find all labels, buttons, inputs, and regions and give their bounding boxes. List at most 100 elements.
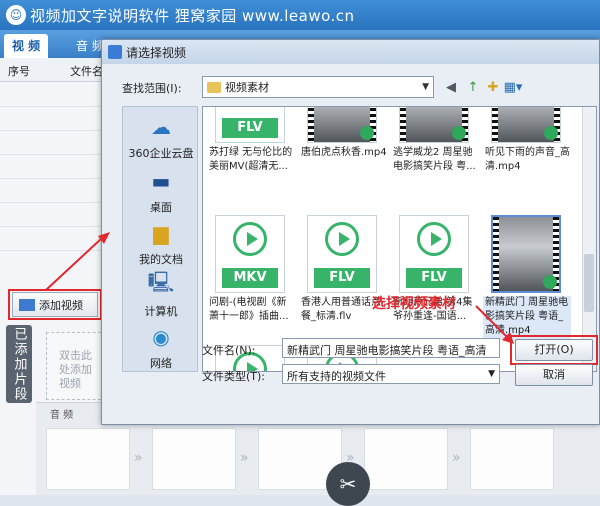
row-divider <box>0 130 110 131</box>
scrollbar-thumb[interactable] <box>584 254 594 312</box>
lookin-value: 视频素材 <box>225 81 269 94</box>
place-network[interactable]: ◉ 网络 <box>123 323 199 371</box>
lookin-label: 查找范围(I): <box>122 82 182 95</box>
chevron-down-icon: ▼ <box>422 82 429 92</box>
place-cloud-label: 360企业云盘 <box>128 147 194 160</box>
row-divider <box>0 106 110 107</box>
file-name: 逃学威龙2 周星驰电影搞笑片段 粤... <box>393 147 476 172</box>
cloud-icon: ☁ <box>151 115 171 139</box>
scissors-icon[interactable]: ✂ <box>326 462 370 506</box>
new-folder-icon[interactable]: ✚ <box>484 78 502 96</box>
place-documents[interactable]: ▆ 我的文档 <box>123 219 199 267</box>
file-type-tag: FLV <box>406 268 462 288</box>
place-desktop-label: 桌面 <box>150 201 172 214</box>
annotation-arrow <box>45 232 110 291</box>
row-divider <box>0 226 110 227</box>
open-button[interactable]: 打开(O) <box>515 339 593 361</box>
network-globe-icon: ◉ <box>152 325 170 349</box>
video-badge-icon <box>452 126 466 140</box>
title-bar: ☺ 视频加文字说明软件 狸窝家园 www.leawo.cn <box>0 0 600 30</box>
computer-icon: 🖳 <box>147 270 175 294</box>
file-item[interactable]: 唐伯虎点秋香.mp4 <box>299 107 387 190</box>
annotation-text: 选择视频素材 <box>372 296 456 312</box>
file-item[interactable]: FLV 香港人用普通话点餐_标清.flv <box>299 215 387 340</box>
timeline-slot[interactable] <box>152 428 236 490</box>
chevron-down-icon: ▼ <box>488 369 495 379</box>
place-network-label: 网络 <box>150 357 172 370</box>
file-thumbnail <box>399 107 469 143</box>
file-name: 听见下雨的声音_高清.mp4 <box>485 147 570 172</box>
place-computer-label: 计算机 <box>144 305 178 318</box>
chevron-right-icon: » <box>452 450 461 466</box>
row-divider <box>0 154 110 155</box>
file-thumbnail <box>491 107 561 143</box>
place-desktop[interactable]: ▬ 桌面 <box>123 167 199 215</box>
file-item[interactable]: FLV 苏打绿 无与伦比的美丽MV(超清无... <box>207 107 295 190</box>
file-item[interactable]: 听见下雨的声音_高清.mp4 <box>483 107 571 190</box>
file-thumbnail <box>491 215 561 293</box>
play-icon <box>417 222 451 256</box>
file-thumbnail: FLV <box>307 215 377 293</box>
file-name: 问剧-(电视剧《新萧十一郎》插曲... <box>209 297 289 322</box>
play-icon <box>233 222 267 256</box>
column-filename: 文件名 <box>70 65 103 78</box>
video-badge-icon <box>543 275 557 289</box>
app-title: 视频加文字说明软件 狸窝家园 www.leawo.cn <box>30 6 355 25</box>
cancel-button[interactable]: 取消 <box>515 364 593 386</box>
file-type-tag: FLV <box>222 118 278 138</box>
place-computer[interactable]: 🖳 计算机 <box>123 270 199 319</box>
filename-input[interactable]: 新精武门 周星驰电影搞笑片段 粤语_高清 <box>282 338 500 358</box>
timeline: » » » » <box>36 422 600 495</box>
play-icon <box>325 222 359 256</box>
places-bar: ☁ 360企业云盘 ▬ 桌面 ▆ 我的文档 🖳 计算机 ◉ 网络 <box>122 106 198 372</box>
audio-track-label: 音 频 <box>50 410 74 421</box>
film-add-icon <box>19 298 35 311</box>
timeline-slot[interactable] <box>470 428 554 490</box>
row-divider <box>0 202 110 203</box>
place-cloud[interactable]: ☁ 360企业云盘 <box>123 113 199 161</box>
file-item[interactable]: FLV 新葫芦兄弟 第4集 爷孙重逢-国语... <box>391 215 479 340</box>
file-item[interactable]: MKV 问剧-(电视剧《新萧十一郎》插曲... <box>207 215 295 340</box>
dialog-title-bar: 请选择视频 <box>102 40 599 64</box>
view-menu-icon[interactable]: ▦▾ <box>504 78 523 96</box>
documents-folder-icon: ▆ <box>153 221 169 245</box>
drop-area[interactable]: 双击此处添加视频 <box>46 332 106 400</box>
file-thumbnail <box>307 107 377 143</box>
file-type-tag: MKV <box>222 268 278 288</box>
filetype-value: 所有支持的视频文件 <box>287 370 386 383</box>
back-icon[interactable]: ◀ <box>442 78 460 96</box>
filetype-label: 文件类型(T): <box>202 370 266 383</box>
filetype-dropdown[interactable]: 所有支持的视频文件 ▼ <box>282 364 500 384</box>
add-video-label: 添加视频 <box>39 298 83 312</box>
chevron-right-icon: » <box>240 450 249 466</box>
dialog-icon <box>108 45 122 59</box>
row-divider <box>0 178 110 179</box>
column-index: 序号 <box>8 65 30 78</box>
filename-value: 新精武门 周星驰电影搞笑片段 粤语_高清 <box>287 344 487 357</box>
desktop-icon: ▬ <box>151 169 171 193</box>
file-item[interactable]: 逃学威龙2 周星驰电影搞笑片段 粤... <box>391 107 479 190</box>
timeline-slot[interactable] <box>364 428 448 490</box>
tab-video[interactable]: 视 频 <box>4 34 49 58</box>
file-thumbnail: FLV <box>215 107 285 143</box>
video-badge-icon <box>544 126 558 140</box>
file-type-tag: FLV <box>314 268 370 288</box>
file-thumbnail: FLV <box>399 215 469 293</box>
timeline-slot[interactable] <box>46 428 130 490</box>
dialog-title: 请选择视频 <box>126 45 187 60</box>
chevron-right-icon: » <box>134 450 143 466</box>
place-documents-label: 我的文档 <box>139 253 183 266</box>
lookin-dropdown[interactable]: 视频素材 ▼ <box>202 76 434 98</box>
up-folder-icon[interactable]: ↑ <box>464 78 482 96</box>
video-badge-icon <box>360 126 374 140</box>
file-list-scrollbar[interactable] <box>582 107 596 371</box>
folder-icon <box>207 81 221 93</box>
added-clips-label: 已添加片段 <box>6 325 32 403</box>
open-file-dialog: 请选择视频 查找范围(I): 视频素材 ▼ ◀ ↑ ✚ ▦▾ ☁ 360企业云盘… <box>101 39 600 425</box>
file-list: FLV 苏打绿 无与伦比的美丽MV(超清无... 唐伯虎点秋香.mp4 逃学威龙… <box>202 106 597 372</box>
file-name: 唐伯虎点秋香.mp4 <box>301 147 387 158</box>
file-thumbnail: MKV <box>215 215 285 293</box>
file-name: 苏打绿 无与伦比的美丽MV(超清无... <box>209 147 293 172</box>
filename-label: 文件名(N): <box>202 344 256 357</box>
app-logo-icon: ☺ <box>6 5 26 25</box>
